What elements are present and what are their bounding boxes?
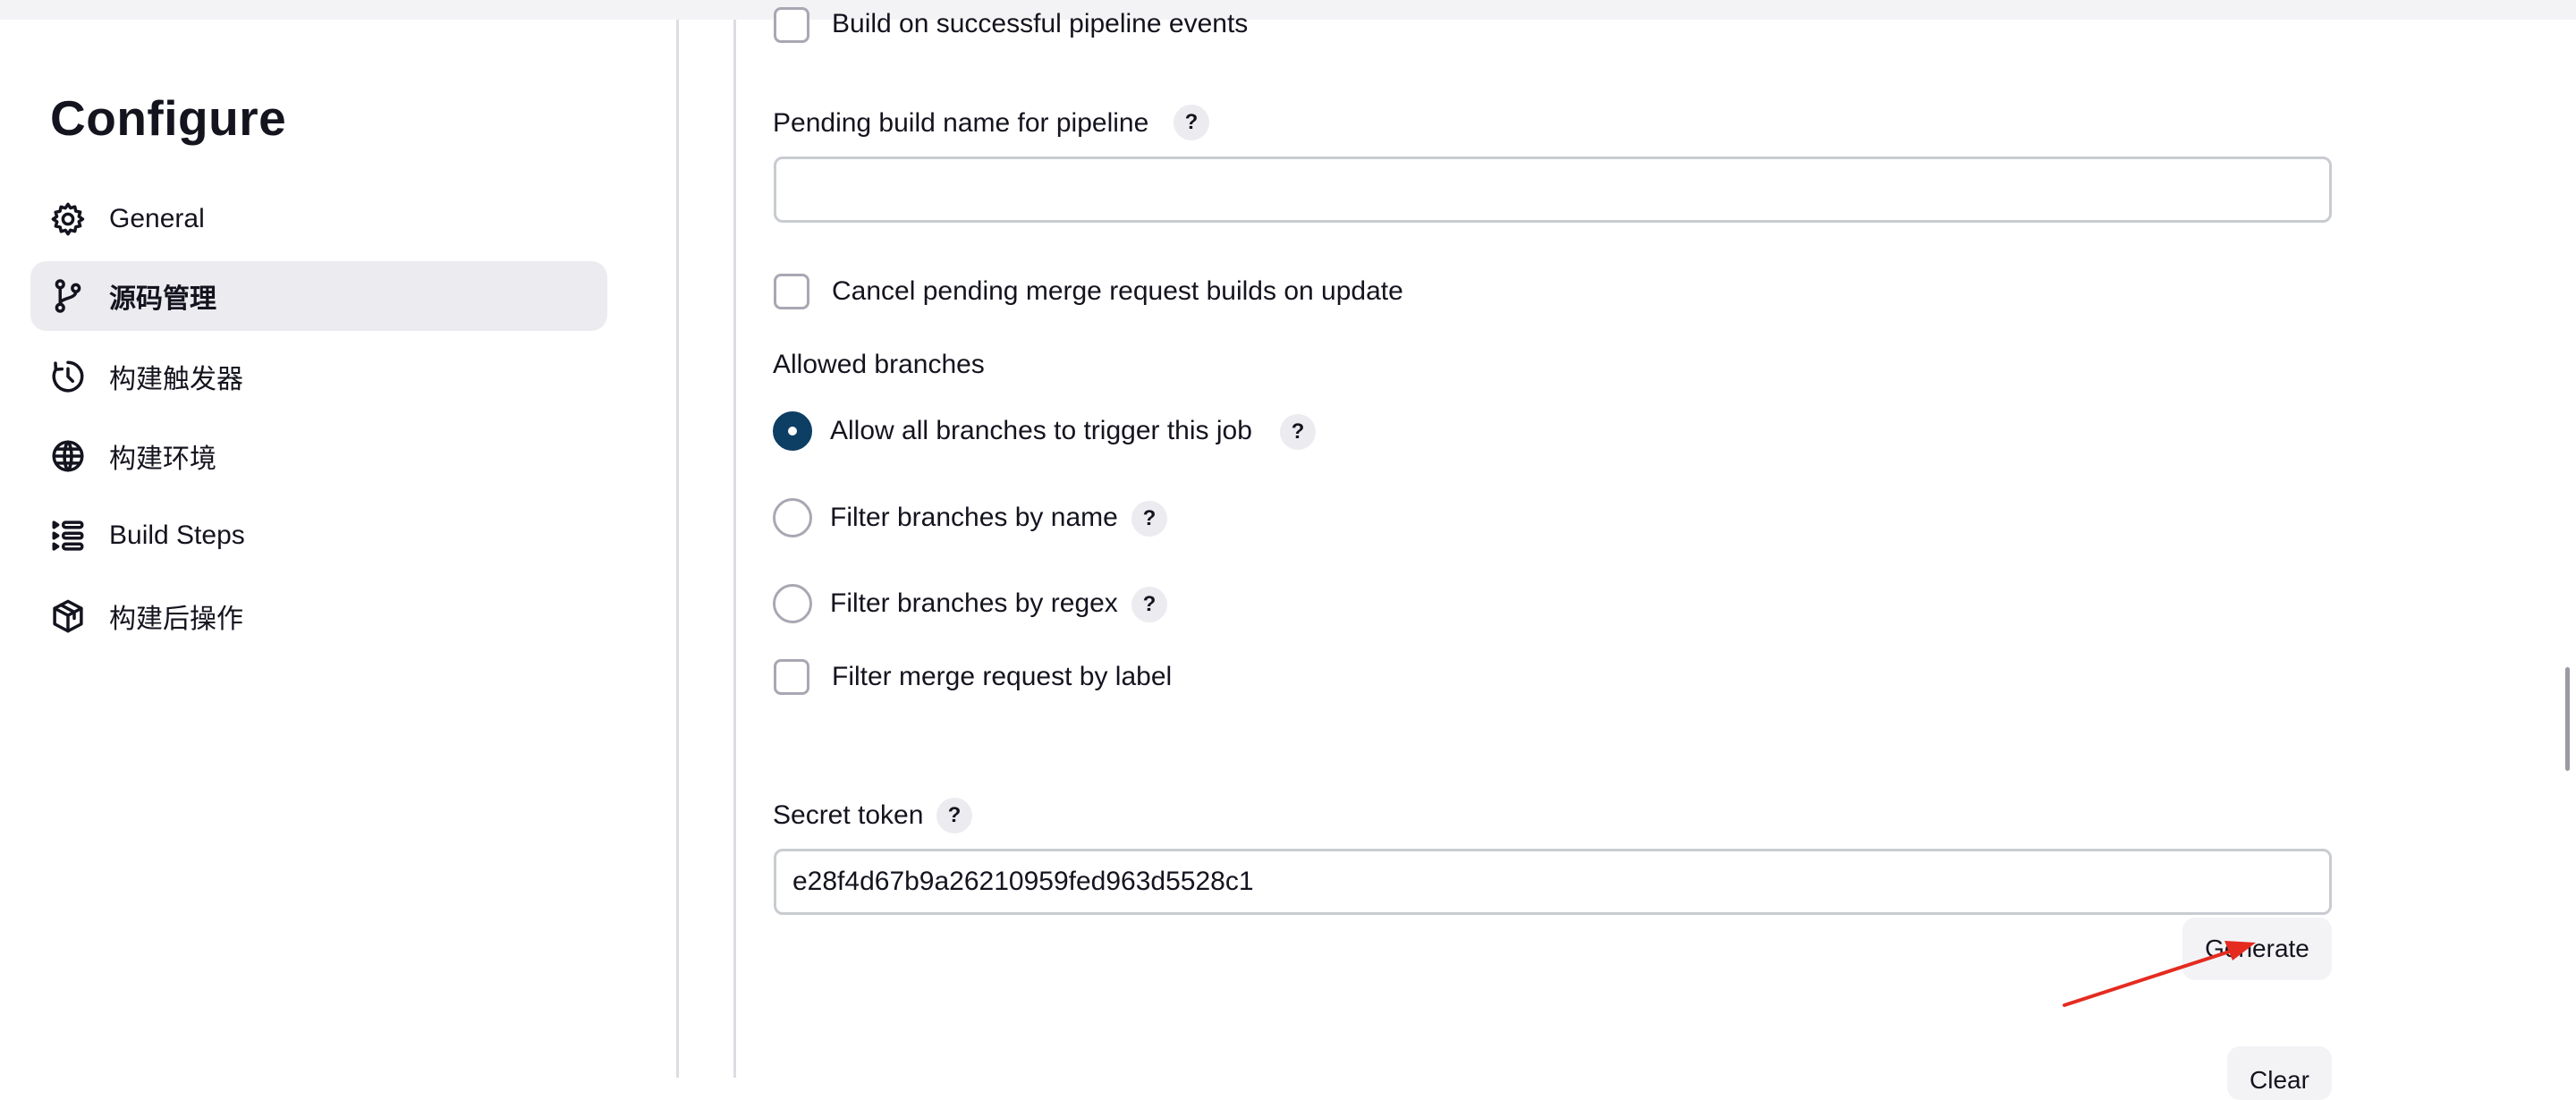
annotation-arrow: [2063, 941, 2256, 1007]
